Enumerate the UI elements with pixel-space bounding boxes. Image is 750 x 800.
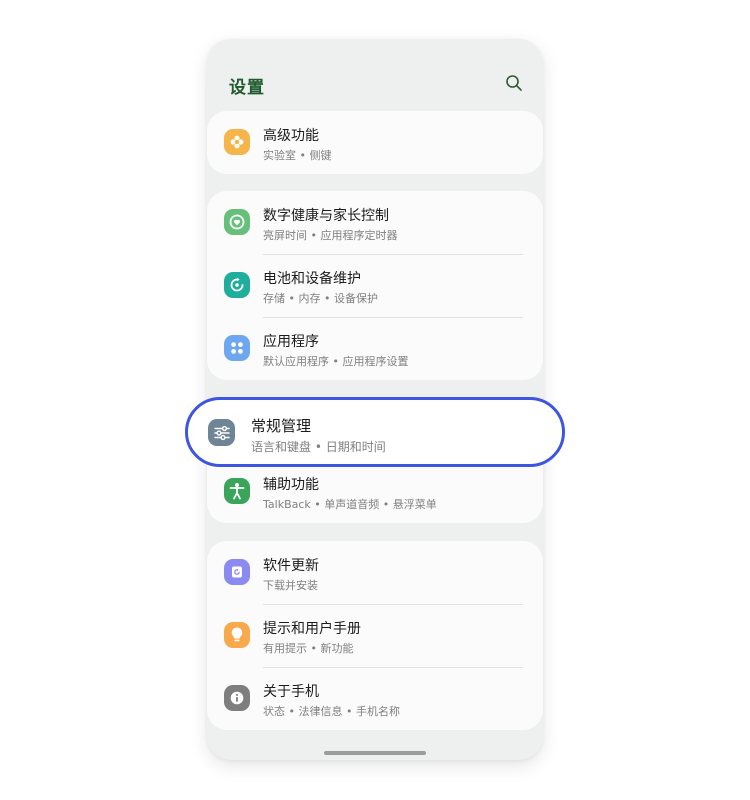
- setting-item-accessibility[interactable]: 辅助功能 TalkBack • 单声道音频 • 悬浮菜单: [207, 460, 543, 523]
- settings-card-device: 数字健康与家长控制 亮屏时间 • 应用程序定时器 电池和设备维护 存储 • 内存…: [207, 191, 543, 380]
- setting-item-title: 提示和用户手册: [263, 621, 361, 637]
- device-care-icon: [224, 272, 250, 298]
- setting-item-apps[interactable]: 应用程序 默认应用程序 • 应用程序设置: [207, 317, 543, 380]
- setting-item-general-management[interactable]: 常规管理 语言和键盘 • 日期和时间: [185, 397, 565, 467]
- settings-card-advanced: 高级功能 实验室 • 侧键: [207, 111, 543, 174]
- lightbulb-icon: [224, 622, 250, 648]
- setting-item-subtitle: TalkBack • 单声道音频 • 悬浮菜单: [263, 498, 437, 511]
- setting-item-digital-wellbeing[interactable]: 数字健康与家长控制 亮屏时间 • 应用程序定时器: [207, 191, 543, 254]
- setting-item-subtitle: 语言和键盘 • 日期和时间: [251, 440, 386, 454]
- setting-item-advanced-features[interactable]: 高级功能 实验室 • 侧键: [207, 111, 543, 174]
- gear-flower-icon: [224, 129, 250, 155]
- apps-grid-icon: [224, 335, 250, 361]
- setting-item-tips-manual[interactable]: 提示和用户手册 有用提示 • 新功能: [207, 604, 543, 667]
- setting-item-title: 高级功能: [263, 128, 319, 144]
- setting-item-software-update[interactable]: 软件更新 下载并安装: [207, 541, 543, 604]
- settings-card-support: 软件更新 下载并安装 提示和用户手册 有用提示 • 新功能 关于手机 状态 • …: [207, 541, 543, 730]
- setting-item-battery-device-care[interactable]: 电池和设备维护 存储 • 内存 • 设备保护: [207, 254, 543, 317]
- setting-item-subtitle: 有用提示 • 新功能: [263, 642, 354, 655]
- setting-item-title: 电池和设备维护: [263, 271, 361, 287]
- setting-item-title: 常规管理: [251, 417, 312, 435]
- setting-item-title: 辅助功能: [263, 477, 319, 493]
- setting-item-subtitle: 实验室 • 侧键: [263, 149, 332, 162]
- home-indicator[interactable]: [324, 751, 426, 755]
- search-icon: [506, 75, 522, 91]
- accessibility-icon: [224, 478, 250, 504]
- setting-item-subtitle: 状态 • 法律信息 • 手机名称: [263, 705, 400, 718]
- sliders-icon: [208, 419, 235, 446]
- setting-item-title: 数字健康与家长控制: [263, 208, 389, 224]
- setting-item-subtitle: 下载并安装: [263, 579, 318, 592]
- search-button[interactable]: [503, 72, 525, 94]
- setting-item-title: 软件更新: [263, 558, 319, 574]
- setting-item-title: 关于手机: [263, 684, 319, 700]
- setting-item-subtitle: 默认应用程序 • 应用程序设置: [263, 355, 409, 368]
- digital-wellbeing-icon: [224, 209, 250, 235]
- software-update-icon: [224, 559, 250, 585]
- setting-item-about-phone[interactable]: 关于手机 状态 • 法律信息 • 手机名称: [207, 667, 543, 730]
- setting-item-subtitle: 存储 • 内存 • 设备保护: [263, 292, 378, 305]
- page-title: 设置: [229, 78, 265, 98]
- info-icon: [224, 685, 250, 711]
- setting-item-subtitle: 亮屏时间 • 应用程序定时器: [263, 229, 398, 242]
- setting-item-title: 应用程序: [263, 334, 319, 350]
